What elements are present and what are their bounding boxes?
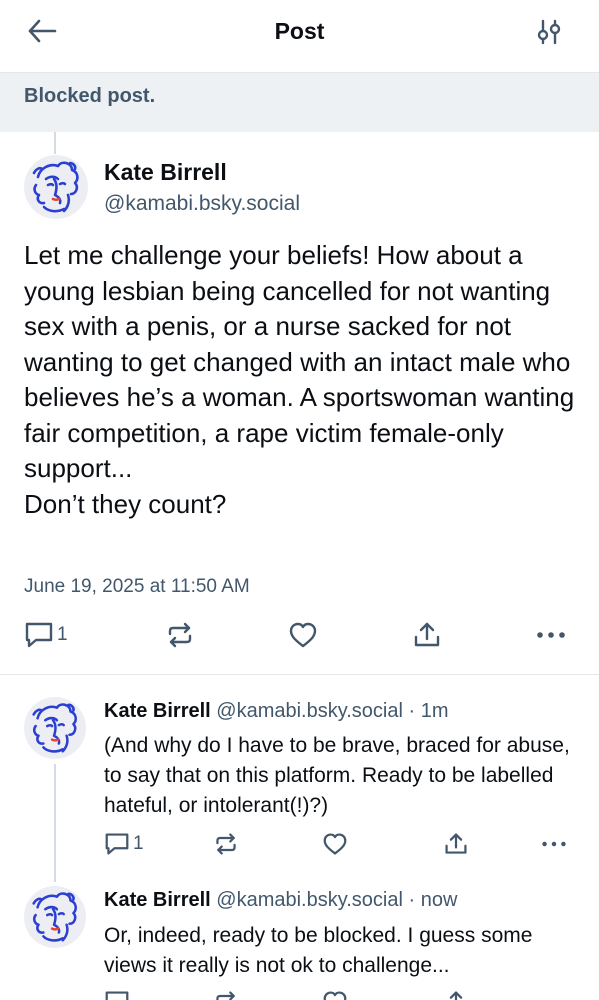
divider [0,674,599,675]
reply-text: (And why do I have to be brave, braced f… [104,734,570,817]
share-button[interactable] [443,832,469,856]
post-timestamp[interactable]: June 19, 2025 at 11:50 AM [24,576,250,598]
reply-header: Kate Birrell @kamabi.bsky.social · now [104,889,457,912]
speech-bubble-icon [24,621,54,649]
reply-count: 1 [133,833,144,854]
page-title: Post [274,18,325,44]
separator-dot: · [402,889,421,911]
repost-button[interactable] [165,621,195,649]
heart-icon [288,621,318,649]
share-icon [412,621,442,649]
more-options-button[interactable] [536,621,566,649]
avatar[interactable] [24,155,88,219]
reply-author-handle[interactable]: @kamabi.bsky.social [216,889,403,911]
share-button[interactable] [412,621,442,649]
reply-author-handle[interactable]: @kamabi.bsky.social [216,700,403,722]
post-text: Let me challenge your beliefs! How about… [24,240,575,519]
repost-icon [213,990,239,1000]
repost-button[interactable] [213,832,239,856]
avatar[interactable] [24,697,86,759]
reply-author-name[interactable]: Kate Birrell [104,889,211,911]
reply-time[interactable]: now [421,889,458,911]
reply-button[interactable] [104,990,130,1000]
speech-bubble-icon [104,832,130,856]
share-button[interactable] [443,990,469,1000]
reply-time[interactable]: 1m [421,700,449,722]
reply-count: 1 [57,624,68,645]
thread-options-button[interactable] [533,18,565,50]
heart-icon [322,990,348,1000]
more-horizontal-icon [541,832,567,856]
repost-icon [213,832,239,856]
thread-line-parent [54,132,56,154]
heart-icon [322,832,348,856]
separator-dot: · [402,700,421,722]
reply-header: Kate Birrell @kamabi.bsky.social · 1m [104,700,449,723]
reply-button[interactable]: 1 [104,832,144,856]
like-button[interactable] [288,621,318,649]
share-icon [443,832,469,856]
more-options-button[interactable] [541,832,567,856]
reply-text: Or, indeed, ready to be blocked. I guess… [104,924,533,977]
author-name[interactable]: Kate Birrell [104,159,227,186]
repost-icon [165,621,195,649]
like-button[interactable] [322,832,348,856]
share-icon [443,990,469,1000]
speech-bubble-icon [104,990,130,1000]
reply-button[interactable]: 1 [24,621,68,649]
top-bar: Post [0,0,599,70]
thread-line-reply [54,764,56,882]
like-button[interactable] [322,990,348,1000]
sliders-icon [536,19,562,50]
author-handle[interactable]: @kamabi.bsky.social [104,192,300,216]
more-horizontal-icon [536,621,566,649]
blocked-post-notice[interactable]: Blocked post. [0,72,599,132]
reply-author-name[interactable]: Kate Birrell [104,700,211,722]
repost-button[interactable] [213,990,239,1000]
avatar[interactable] [24,886,86,948]
blocked-post-label: Blocked post. [24,85,156,107]
